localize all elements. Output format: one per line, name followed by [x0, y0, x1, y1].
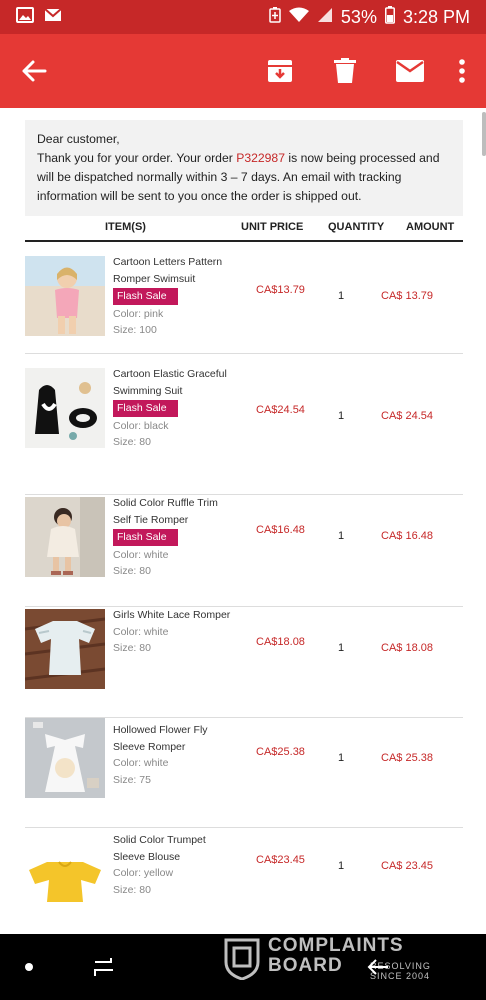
product-image[interactable] — [25, 718, 105, 798]
product-image[interactable] — [25, 840, 105, 920]
signal-icon — [317, 7, 333, 28]
table-row: Hollowed Flower Fly Sleeve Romper Color:… — [25, 718, 463, 828]
archive-button[interactable] — [260, 51, 300, 91]
order-number-link[interactable]: P322987 — [236, 151, 285, 165]
gmail-notification-icon — [44, 7, 62, 27]
item-size: Size: 80 — [113, 883, 151, 896]
unit-price: CA$16.48 — [256, 524, 305, 536]
clock: 3:28 PM — [402, 6, 470, 27]
item-size: Size: 80 — [113, 642, 151, 654]
nav-dot-icon[interactable] — [25, 963, 33, 971]
quantity: 1 — [338, 530, 345, 542]
watermark-line1: COMPLAINTS — [268, 935, 404, 956]
image-notification-icon — [16, 6, 34, 28]
unit-price: CA$25.38 — [256, 746, 305, 758]
table-row: Cartoon Elastic Graceful Swimming Suit F… — [25, 354, 463, 495]
battery-icon — [384, 5, 395, 29]
table-row: Cartoon Letters Pattern Romper Swimsuit … — [25, 242, 463, 354]
greeting: Dear customer, — [37, 132, 120, 146]
amount: CA$ 24.54 — [381, 410, 433, 422]
quantity: 1 — [338, 290, 345, 302]
delete-icon — [334, 58, 356, 83]
amount: CA$ 16.48 — [381, 530, 433, 542]
battery-percent: 53% — [340, 6, 377, 27]
item-name[interactable]: Hollowed Flower Fly Sleeve Romper — [113, 722, 233, 755]
item-color: Color: yellow — [113, 867, 174, 879]
shield-logo-icon — [224, 938, 260, 980]
recent-apps-icon[interactable] — [93, 956, 115, 978]
order-notice: Dear customer, Thank you for your order.… — [25, 120, 463, 216]
item-details: Hollowed Flower Fly Sleeve Romper Color:… — [113, 722, 233, 788]
mail-icon — [396, 60, 424, 82]
back-arrow-icon — [22, 60, 47, 82]
item-name[interactable]: Cartoon Letters Pattern Romper Swimsuit — [113, 254, 233, 287]
product-image[interactable] — [25, 256, 105, 336]
complaints-board-watermark: COMPLAINTS BOARD RESOLVING SINCE 2004 — [224, 936, 454, 982]
item-details: Solid Color Trumpet Sleeve Blouse Color:… — [113, 832, 233, 898]
header-amount: AMOUNT — [406, 221, 455, 233]
quantity: 1 — [338, 752, 345, 764]
item-name[interactable]: Solid Color Ruffle Trim Self Tie Romper — [113, 495, 233, 528]
unit-price: CA$23.45 — [256, 854, 305, 866]
amount: CA$ 13.79 — [381, 290, 433, 302]
item-size: Size: 80 — [113, 436, 151, 448]
archive-icon — [268, 60, 292, 82]
more-vert-icon — [459, 59, 465, 83]
header-quantity: QUANTITY — [328, 221, 385, 233]
item-size: Size: 100 — [113, 324, 157, 336]
email-body[interactable]: Dear customer, Thank you for your order.… — [0, 108, 486, 934]
unit-price: CA$13.79 — [256, 284, 305, 296]
item-color: Color: white — [113, 548, 169, 561]
item-details: Cartoon Elastic Graceful Swimming Suit F… — [113, 366, 233, 451]
status-bar: 53% 3:28 PM — [0, 0, 486, 34]
item-color: Color: white — [113, 625, 169, 638]
order-message: Thank you for your order. Your order P32… — [37, 151, 440, 203]
scrollbar[interactable] — [482, 112, 486, 156]
amount: CA$ 18.08 — [381, 642, 433, 654]
item-size: Size: 75 — [113, 773, 151, 786]
item-size: Size: 80 — [113, 565, 151, 577]
watermark-tagline: RESOLVING SINCE 2004 — [370, 961, 431, 981]
more-options-button[interactable] — [452, 51, 472, 91]
item-color: Color: pink — [113, 307, 164, 320]
back-button[interactable] — [14, 51, 54, 91]
battery-saver-icon — [269, 6, 281, 28]
item-name[interactable]: Girls White Lace Romper — [113, 607, 233, 624]
flash-sale-badge: Flash Sale — [113, 288, 178, 305]
product-image[interactable] — [25, 609, 105, 689]
item-details: Cartoon Letters Pattern Romper Swimsuit … — [113, 254, 233, 339]
item-name[interactable]: Cartoon Elastic Graceful Swimming Suit — [113, 366, 233, 399]
app-bar — [0, 34, 486, 108]
wifi-icon — [288, 7, 309, 28]
unit-price: CA$24.54 — [256, 404, 305, 416]
table-row: Girls White Lace Romper Color: white Siz… — [25, 607, 463, 718]
product-image[interactable] — [25, 497, 105, 577]
quantity: 1 — [338, 410, 345, 422]
product-image[interactable] — [25, 368, 105, 448]
table-header: ITEM(S) UNIT PRICE QUANTITY AMOUNT — [25, 216, 463, 242]
quantity: 1 — [338, 860, 345, 872]
item-details: Girls White Lace Romper Color: white Siz… — [113, 607, 233, 657]
delete-button[interactable] — [325, 51, 365, 91]
amount: CA$ 23.45 — [381, 860, 433, 872]
item-name[interactable]: Solid Color Trumpet Sleeve Blouse — [113, 832, 233, 865]
item-color: Color: black — [113, 419, 169, 432]
mail-button[interactable] — [390, 51, 430, 91]
amount: CA$ 25.38 — [381, 752, 433, 764]
unit-price: CA$18.08 — [256, 636, 305, 648]
header-items: ITEM(S) — [105, 221, 146, 233]
quantity: 1 — [338, 642, 345, 654]
table-row: Solid Color Ruffle Trim Self Tie Romper … — [25, 495, 463, 607]
header-unit-price: UNIT PRICE — [241, 221, 304, 233]
item-details: Solid Color Ruffle Trim Self Tie Romper … — [113, 495, 233, 580]
flash-sale-badge: Flash Sale — [113, 400, 178, 417]
item-color: Color: white — [113, 757, 169, 769]
flash-sale-badge: Flash Sale — [113, 529, 178, 546]
table-row: Solid Color Trumpet Sleeve Blouse Color:… — [25, 828, 463, 934]
